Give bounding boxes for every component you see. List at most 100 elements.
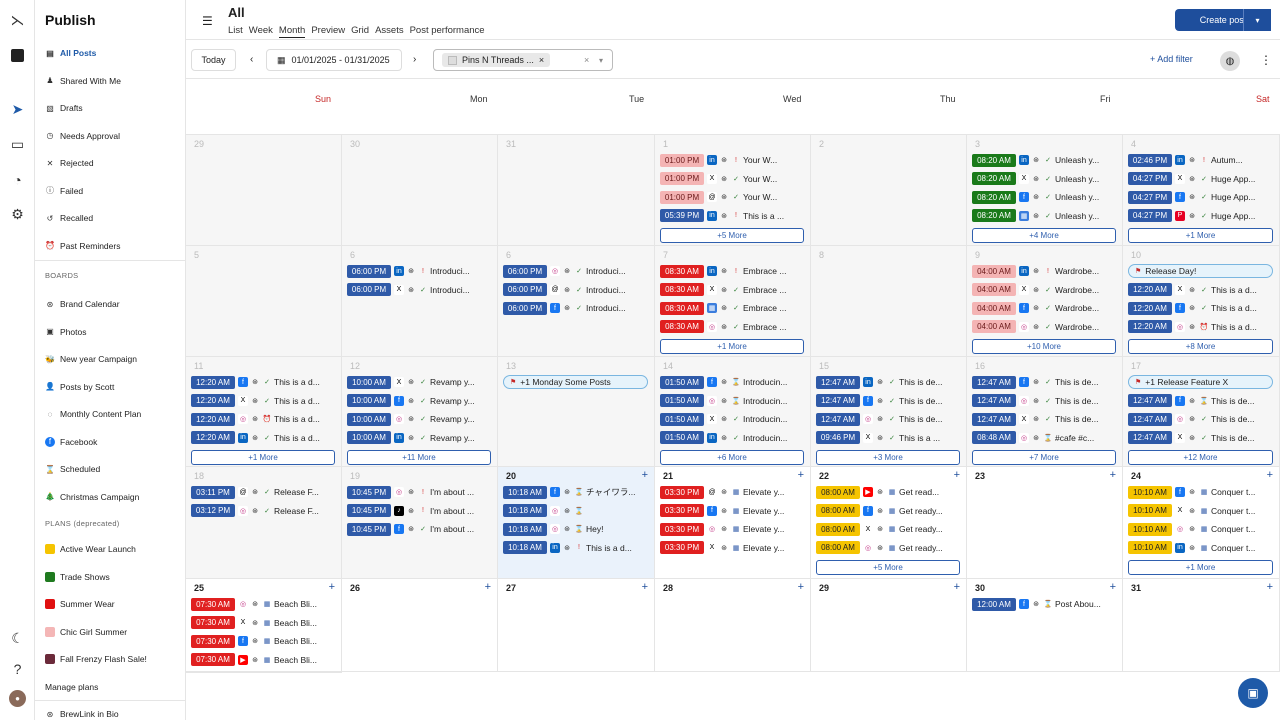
plan-item[interactable]: Active Wear Launch bbox=[45, 541, 136, 557]
post-item[interactable]: 03:12 PM ◎ ⊛ ✓ Release F... bbox=[191, 504, 337, 518]
post-item[interactable]: 12:20 AM f ⊛ ✓ This is a d... bbox=[191, 375, 337, 389]
remove-chip-icon[interactable]: × bbox=[539, 55, 544, 65]
post-item[interactable]: 10:18 AM in ⊛! This is a d... bbox=[503, 541, 650, 555]
add-post-icon[interactable]: + bbox=[642, 469, 648, 481]
day-cell[interactable]: 11 12:20 AM f ⊛ ✓ This is a d... 12:20 AM X ⊛ ✓ Th… bbox=[186, 357, 342, 467]
post-item[interactable]: 08:00 AM f ⊛ ▦ Get ready... bbox=[816, 504, 962, 518]
event-banner[interactable]: ⚑ +1 Monday Some Posts bbox=[503, 375, 648, 389]
day-cell[interactable]: 6 06:00 PM ◎ ⊛ ✓ Introduci... 06:00 PM @ ⊛ ✓ Intro… bbox=[498, 246, 655, 357]
day-cell[interactable]: 2 bbox=[811, 135, 967, 246]
post-item[interactable]: 06:00 PM @ ⊛ ✓ Introduci... bbox=[503, 283, 650, 297]
post-item[interactable]: 10:00 AM ◎ ⊛ ✓ Revamp y... bbox=[347, 412, 493, 426]
post-item[interactable]: 10:10 AM in ⊛ ▦ Conquer t... bbox=[1128, 541, 1275, 555]
post-item[interactable]: 10:18 AM ◎ ⊛ ⌛ bbox=[503, 504, 650, 518]
post-item[interactable]: 07:30 AM ▶ ⊛ ▦ Beach Bli... bbox=[191, 653, 337, 667]
inbox-icon[interactable]: ▭ bbox=[9, 136, 26, 153]
board-filter-select[interactable]: Pins N Threads ... × × ▾ bbox=[433, 49, 613, 71]
add-filter-button[interactable]: + Add filter bbox=[1150, 54, 1193, 64]
day-cell[interactable]: 15 12:47 AM in ⊛ ✓ This is de... 12:47 AM f ⊛ ✓ Th… bbox=[811, 357, 967, 467]
day-cell[interactable]: 12 10:00 AM X ⊛ ✓ Revamp y... 10:00 AM f ⊛ ✓ Revam… bbox=[342, 357, 498, 467]
post-item[interactable]: 03:30 PM f ⊛ ▦ Elevate y... bbox=[660, 504, 806, 518]
more-posts-button[interactable]: +8 More bbox=[1128, 339, 1273, 354]
day-cell[interactable]: 7 08:30 AM in ⊛! Embrace ... 08:30 AM X ⊛ ✓ Embra… bbox=[655, 246, 811, 357]
more-posts-button[interactable]: +1 More bbox=[660, 339, 804, 354]
sidebar-item[interactable]: ⓘ Failed bbox=[45, 183, 83, 199]
board-item[interactable]: f Facebook bbox=[45, 434, 97, 450]
more-options-icon[interactable]: ⋮ bbox=[1260, 53, 1272, 67]
post-item[interactable]: 12:20 AM ◎ ⊛ ⏰ This is a d... bbox=[1128, 320, 1275, 334]
post-item[interactable]: 03:11 PM @ ⊛ ✓ Release F... bbox=[191, 485, 337, 499]
post-item[interactable]: 10:00 AM X ⊛ ✓ Revamp y... bbox=[347, 375, 493, 389]
post-item[interactable]: 10:00 AM f ⊛ ✓ Revamp y... bbox=[347, 394, 493, 408]
post-item[interactable]: 08:00 AM ◎ ⊛ ▦ Get ready... bbox=[816, 541, 962, 555]
post-item[interactable]: 12:47 AM ◎ ⊛ ✓ This is de... bbox=[1128, 412, 1275, 426]
day-cell[interactable]: 28 + bbox=[655, 579, 811, 672]
post-item[interactable]: 03:30 PM X ⊛ ▦ Elevate y... bbox=[660, 541, 806, 555]
post-item[interactable]: 12:20 AM X ⊛ ✓ This is a d... bbox=[191, 394, 337, 408]
moon-icon[interactable]: ☾ bbox=[9, 630, 26, 647]
post-item[interactable]: 02:46 PM in ⊛! Autum... bbox=[1128, 153, 1275, 167]
post-item[interactable]: 10:45 PM f ⊛ ✓ I'm about ... bbox=[347, 522, 493, 536]
post-item[interactable]: 12:20 AM X ⊛ ✓ This is a d... bbox=[1128, 283, 1275, 297]
day-cell[interactable]: 14 01:50 AM f ⊛ ⌛ Introducin... 01:50 AM ◎ ⊛ ⌛ Int… bbox=[655, 357, 811, 467]
more-posts-button[interactable]: +4 More bbox=[972, 228, 1116, 243]
more-posts-button[interactable]: +5 More bbox=[660, 228, 804, 243]
more-posts-button[interactable]: +6 More bbox=[660, 450, 804, 465]
tab-list[interactable]: List bbox=[228, 25, 243, 38]
add-post-icon[interactable]: + bbox=[954, 581, 960, 593]
post-item[interactable]: 10:45 PM ◎ ⊛! I'm about ... bbox=[347, 485, 493, 499]
post-item[interactable]: 01:50 AM in ⊛ ✓ Introducin... bbox=[660, 431, 806, 445]
day-cell[interactable]: 24 +10:10 AM f ⊛ ▦ Conquer t... 10:10 AM X ⊛ ▦ Con… bbox=[1123, 467, 1280, 579]
post-item[interactable]: 12:47 AM X ⊛ ✓ This is de... bbox=[972, 412, 1118, 426]
post-item[interactable]: 12:47 AM in ⊛ ✓ This is de... bbox=[816, 375, 962, 389]
post-item[interactable]: 10:18 AM ◎ ⊛ ⌛ Hey! bbox=[503, 522, 650, 536]
help-icon[interactable]: ? bbox=[9, 660, 26, 677]
post-item[interactable]: 01:50 AM X ⊛ ✓ Introducin... bbox=[660, 412, 806, 426]
tab-month[interactable]: Month bbox=[278, 25, 306, 38]
post-item[interactable]: 08:20 AM ▦ ⊛ ✓ Unleash y... bbox=[972, 209, 1118, 223]
post-item[interactable]: 08:30 AM X ⊛ ✓ Embrace ... bbox=[660, 283, 806, 297]
manage-plans-link[interactable]: Manage plans bbox=[45, 679, 98, 695]
post-item[interactable]: 04:27 PM f ⊛ ✓ Huge App... bbox=[1128, 190, 1275, 204]
post-item[interactable]: 12:00 AM f ⊛ ⌛ Post Abou... bbox=[972, 597, 1118, 611]
sidebar-item[interactable]: ⏰ Past Reminders bbox=[45, 238, 120, 254]
sidebar-item[interactable]: ▤ All Posts bbox=[45, 45, 96, 61]
post-item[interactable]: 08:20 AM f ⊛ ✓ Unleash y... bbox=[972, 190, 1118, 204]
plan-item[interactable]: Fall Frenzy Flash Sale! bbox=[45, 651, 147, 667]
post-item[interactable]: 08:20 AM in ⊛ ✓ Unleash y... bbox=[972, 153, 1118, 167]
post-item[interactable]: 06:00 PM f ⊛ ✓ Introduci... bbox=[503, 301, 650, 315]
post-item[interactable]: 07:30 AM X ⊛ ▦ Beach Bli... bbox=[191, 616, 337, 630]
day-cell[interactable]: 1 01:00 PM in ⊛! Your W... 01:00 PM X ⊛ ✓ Your W.… bbox=[655, 135, 811, 246]
settings-icon[interactable]: ⚙ bbox=[9, 206, 26, 223]
brewlink-item[interactable]: ⊛ BrewLink in Bio bbox=[45, 706, 119, 720]
post-item[interactable]: 04:27 PM P ⊛ ✓ Huge App... bbox=[1128, 209, 1275, 223]
day-cell[interactable]: 18 03:11 PM @ ⊛ ✓ Release F... 03:12 PM ◎ ⊛ ✓ Rele… bbox=[186, 467, 342, 579]
sidebar-item[interactable]: ♟ Shared With Me bbox=[45, 73, 121, 89]
day-cell[interactable]: 4 02:46 PM in ⊛! Autum... 04:27 PM X ⊛ ✓ Huge App… bbox=[1123, 135, 1280, 246]
plan-item[interactable]: Chic Girl Summer bbox=[45, 624, 127, 640]
day-cell[interactable]: 30 +12:00 AM f ⊛ ⌛ Post Abou... bbox=[967, 579, 1123, 672]
add-post-icon[interactable]: + bbox=[798, 581, 804, 593]
day-cell[interactable]: 6 06:00 PM in ⊛! Introduci... 06:00 PM X ⊛ ✓ Intr… bbox=[342, 246, 498, 357]
send-icon[interactable]: ➤ bbox=[9, 101, 26, 118]
event-banner[interactable]: ⚑ Release Day! bbox=[1128, 264, 1273, 278]
post-item[interactable]: 08:30 AM in ⊛! Embrace ... bbox=[660, 264, 806, 278]
board-item[interactable]: ⌛ Scheduled bbox=[45, 461, 100, 477]
post-item[interactable]: 01:50 AM ◎ ⊛ ⌛ Introducin... bbox=[660, 394, 806, 408]
more-posts-button[interactable]: +5 More bbox=[816, 560, 960, 575]
date-range-button[interactable]: ▦ 01/01/2025 - 01/31/2025 bbox=[266, 49, 402, 71]
day-cell[interactable]: 5 bbox=[186, 246, 342, 357]
tab-post-performance[interactable]: Post performance bbox=[410, 25, 485, 38]
post-item[interactable]: 08:30 AM ▦ ⊛ ✓ Embrace ... bbox=[660, 301, 806, 315]
post-item[interactable]: 10:00 AM in ⊛ ✓ Revamp y... bbox=[347, 431, 493, 445]
day-cell[interactable]: 23 + bbox=[967, 467, 1123, 579]
post-item[interactable]: 04:00 AM ◎ ⊛ ✓ Wardrobe... bbox=[972, 320, 1118, 334]
add-post-icon[interactable]: + bbox=[954, 469, 960, 481]
tab-assets[interactable]: Assets bbox=[375, 25, 404, 38]
add-post-icon[interactable]: + bbox=[485, 581, 491, 593]
post-item[interactable]: 10:10 AM f ⊛ ▦ Conquer t... bbox=[1128, 485, 1275, 499]
post-item[interactable]: 12:20 AM in ⊛ ✓ This is a d... bbox=[191, 431, 337, 445]
sidebar-item[interactable]: ✕ Rejected bbox=[45, 155, 94, 171]
post-item[interactable]: 03:30 PM @ ⊛ ▦ Elevate y... bbox=[660, 485, 806, 499]
day-cell[interactable]: 25 +07:30 AM ◎ ⊛ ▦ Beach Bli... 07:30 AM X ⊛ ▦ Bea… bbox=[186, 579, 342, 672]
